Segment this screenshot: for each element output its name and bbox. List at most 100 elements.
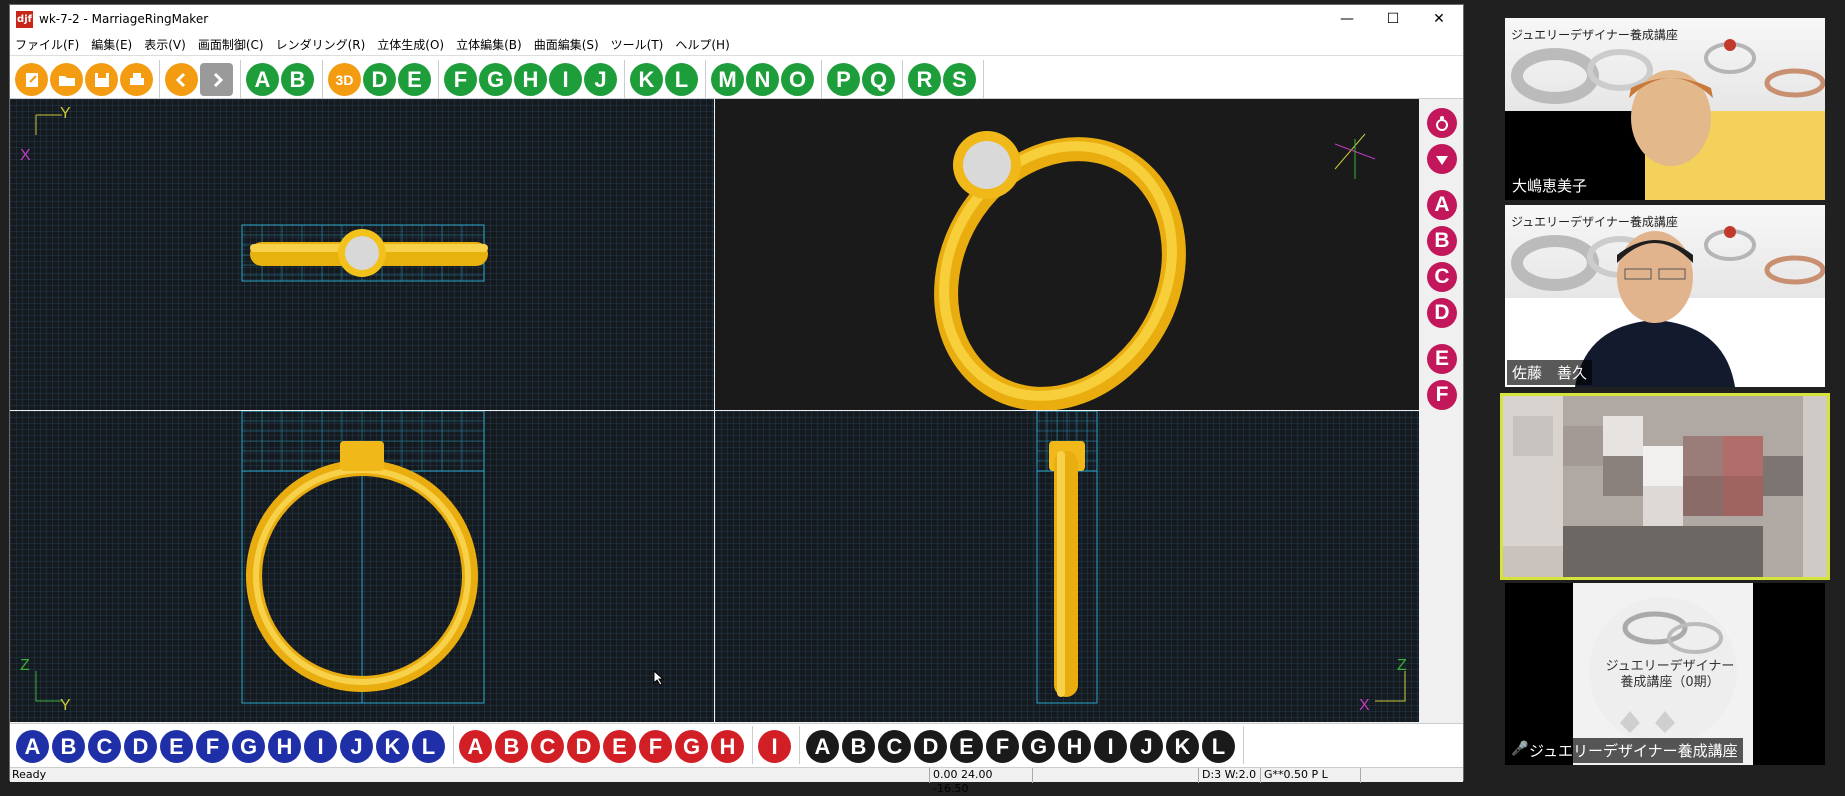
tool-q-button[interactable]: Q — [862, 63, 895, 96]
menu-surface-edit[interactable]: 曲面編集(S) — [534, 36, 599, 53]
tool-n-button[interactable]: N — [746, 63, 779, 96]
menu-solid-generate[interactable]: 立体生成(O) — [377, 36, 444, 53]
minimize-button[interactable]: — — [1324, 5, 1370, 33]
black-i-button[interactable]: I — [1094, 730, 1127, 763]
black-j-button[interactable]: J — [1130, 730, 1163, 763]
close-button[interactable]: ✕ — [1416, 5, 1462, 33]
menu-rendering[interactable]: レンダリング(R) — [276, 36, 366, 53]
tool-g-button[interactable]: G — [479, 63, 512, 96]
tool-r-button[interactable]: R — [908, 63, 941, 96]
open-folder-icon[interactable] — [50, 63, 83, 96]
participant-tile-1[interactable]: ジュエリーデザイナー養成講座 大嶋恵美子 — [1505, 18, 1825, 200]
red-g-button[interactable]: G — [675, 730, 708, 763]
side-tool-b-button[interactable]: B — [1427, 226, 1457, 256]
gem-icon[interactable] — [1427, 144, 1457, 174]
participant-name: 🎤 ジュエリーデザイナー養成講座 — [1507, 738, 1743, 763]
red-f-button[interactable]: F — [639, 730, 672, 763]
black-a-button[interactable]: A — [806, 730, 839, 763]
black-d-button[interactable]: D — [914, 730, 947, 763]
maximize-button[interactable]: ☐ — [1370, 5, 1416, 33]
side-tool-f-button[interactable]: F — [1427, 380, 1457, 410]
menu-tools[interactable]: ツール(T) — [611, 36, 664, 53]
tool-m-button[interactable]: M — [711, 63, 744, 96]
axis-z-label-right: Z — [1397, 657, 1407, 674]
tool-k-button[interactable]: K — [630, 63, 663, 96]
axis-y-label-bottom: Y — [60, 697, 71, 714]
side-tool-e-button[interactable]: E — [1427, 344, 1457, 374]
blue-a-button[interactable]: A — [16, 730, 49, 763]
axis-z-label: Z — [20, 657, 30, 674]
axis-y-label: Y — [60, 105, 71, 122]
red-e-button[interactable]: E — [603, 730, 636, 763]
axis-x-label-right: X — [1359, 697, 1370, 714]
red-b-button[interactable]: B — [495, 730, 528, 763]
red-a-button[interactable]: A — [459, 730, 492, 763]
red-h-button[interactable]: H — [711, 730, 744, 763]
tool-a-button[interactable]: A — [246, 63, 279, 96]
menu-bar: ファイル(F) 編集(E) 表示(V) 画面制御(C) レンダリング(R) 立体… — [10, 33, 1463, 55]
blue-k-button[interactable]: K — [376, 730, 409, 763]
participant-tile-4[interactable]: ジュエリーデザイナー 養成講座（0期） 🎤 ジュエリーデザイナー養成講座 — [1505, 583, 1825, 765]
menu-help[interactable]: ヘルプ(H) — [675, 36, 729, 53]
blue-e-button[interactable]: E — [160, 730, 193, 763]
tile-banner-text: ジュエリーデザイナー養成講座 — [1511, 28, 1678, 42]
black-b-button[interactable]: B — [842, 730, 875, 763]
menu-edit[interactable]: 編集(E) — [91, 36, 132, 53]
black-l-button[interactable]: L — [1202, 730, 1235, 763]
black-h-button[interactable]: H — [1058, 730, 1091, 763]
viewport-top[interactable]: Y X — [10, 99, 714, 410]
blue-b-button[interactable]: B — [52, 730, 85, 763]
viewport-3d[interactable] — [715, 99, 1419, 410]
blue-c-button[interactable]: C — [88, 730, 121, 763]
menu-solid-edit[interactable]: 立体編集(B) — [456, 36, 522, 53]
blue-f-button[interactable]: F — [196, 730, 229, 763]
bottom-toolbar: A B C D E F G H I J K L A B C D E F G H … — [10, 723, 1463, 767]
tool-i-button[interactable]: I — [549, 63, 582, 96]
black-c-button[interactable]: C — [878, 730, 911, 763]
tool-f-button[interactable]: F — [444, 63, 477, 96]
red-c-button[interactable]: C — [531, 730, 564, 763]
black-k-button[interactable]: K — [1166, 730, 1199, 763]
participant-tile-3-active-speaker[interactable] — [1500, 393, 1830, 580]
side-tool-a-button[interactable]: A — [1427, 190, 1457, 220]
black-g-button[interactable]: G — [1022, 730, 1055, 763]
save-icon[interactable] — [85, 63, 118, 96]
blue-j-button[interactable]: J — [340, 730, 373, 763]
tool-d-button[interactable]: D — [363, 63, 396, 96]
side-tool-c-button[interactable]: C — [1427, 262, 1457, 292]
tool-e-button[interactable]: E — [398, 63, 431, 96]
menu-screen-control[interactable]: 画面制御(C) — [198, 36, 264, 53]
new-file-icon[interactable] — [15, 63, 48, 96]
back-arrow-icon[interactable] — [165, 63, 198, 96]
forward-arrow-icon[interactable] — [200, 63, 233, 96]
blue-l-button[interactable]: L — [412, 730, 445, 763]
tool-b-button[interactable]: B — [281, 63, 314, 96]
status-spacer — [1032, 768, 1207, 783]
tool-s-button[interactable]: S — [943, 63, 976, 96]
status-coords: 0.00 24.00 -16.50 — [929, 768, 1029, 795]
tool-3d-button[interactable]: 3D — [328, 63, 361, 96]
tile-banner-text: ジュエリーデザイナー養成講座 — [1511, 215, 1678, 229]
menu-view[interactable]: 表示(V) — [144, 36, 186, 53]
blue-g-button[interactable]: G — [232, 730, 265, 763]
black-f-button[interactable]: F — [986, 730, 1019, 763]
tool-j-button[interactable]: J — [584, 63, 617, 96]
blue-i-button[interactable]: I — [304, 730, 337, 763]
blue-d-button[interactable]: D — [124, 730, 157, 763]
blue-h-button[interactable]: H — [268, 730, 301, 763]
participant-name: 大嶋恵美子 — [1507, 173, 1593, 198]
print-icon[interactable] — [120, 63, 153, 96]
red-d-button[interactable]: D — [567, 730, 600, 763]
ring-icon[interactable] — [1427, 108, 1457, 138]
viewport-front[interactable]: Z Y — [10, 411, 714, 722]
red-i-button[interactable]: I — [758, 730, 791, 763]
tool-p-button[interactable]: P — [827, 63, 860, 96]
tool-h-button[interactable]: H — [514, 63, 547, 96]
tool-o-button[interactable]: O — [781, 63, 814, 96]
viewport-side[interactable]: Z X — [715, 411, 1419, 722]
menu-file[interactable]: ファイル(F) — [15, 36, 79, 53]
tool-l-button[interactable]: L — [665, 63, 698, 96]
black-e-button[interactable]: E — [950, 730, 983, 763]
side-tool-d-button[interactable]: D — [1427, 298, 1457, 328]
participant-tile-2[interactable]: ジュエリーデザイナー養成講座 佐藤 善久 — [1505, 205, 1825, 387]
